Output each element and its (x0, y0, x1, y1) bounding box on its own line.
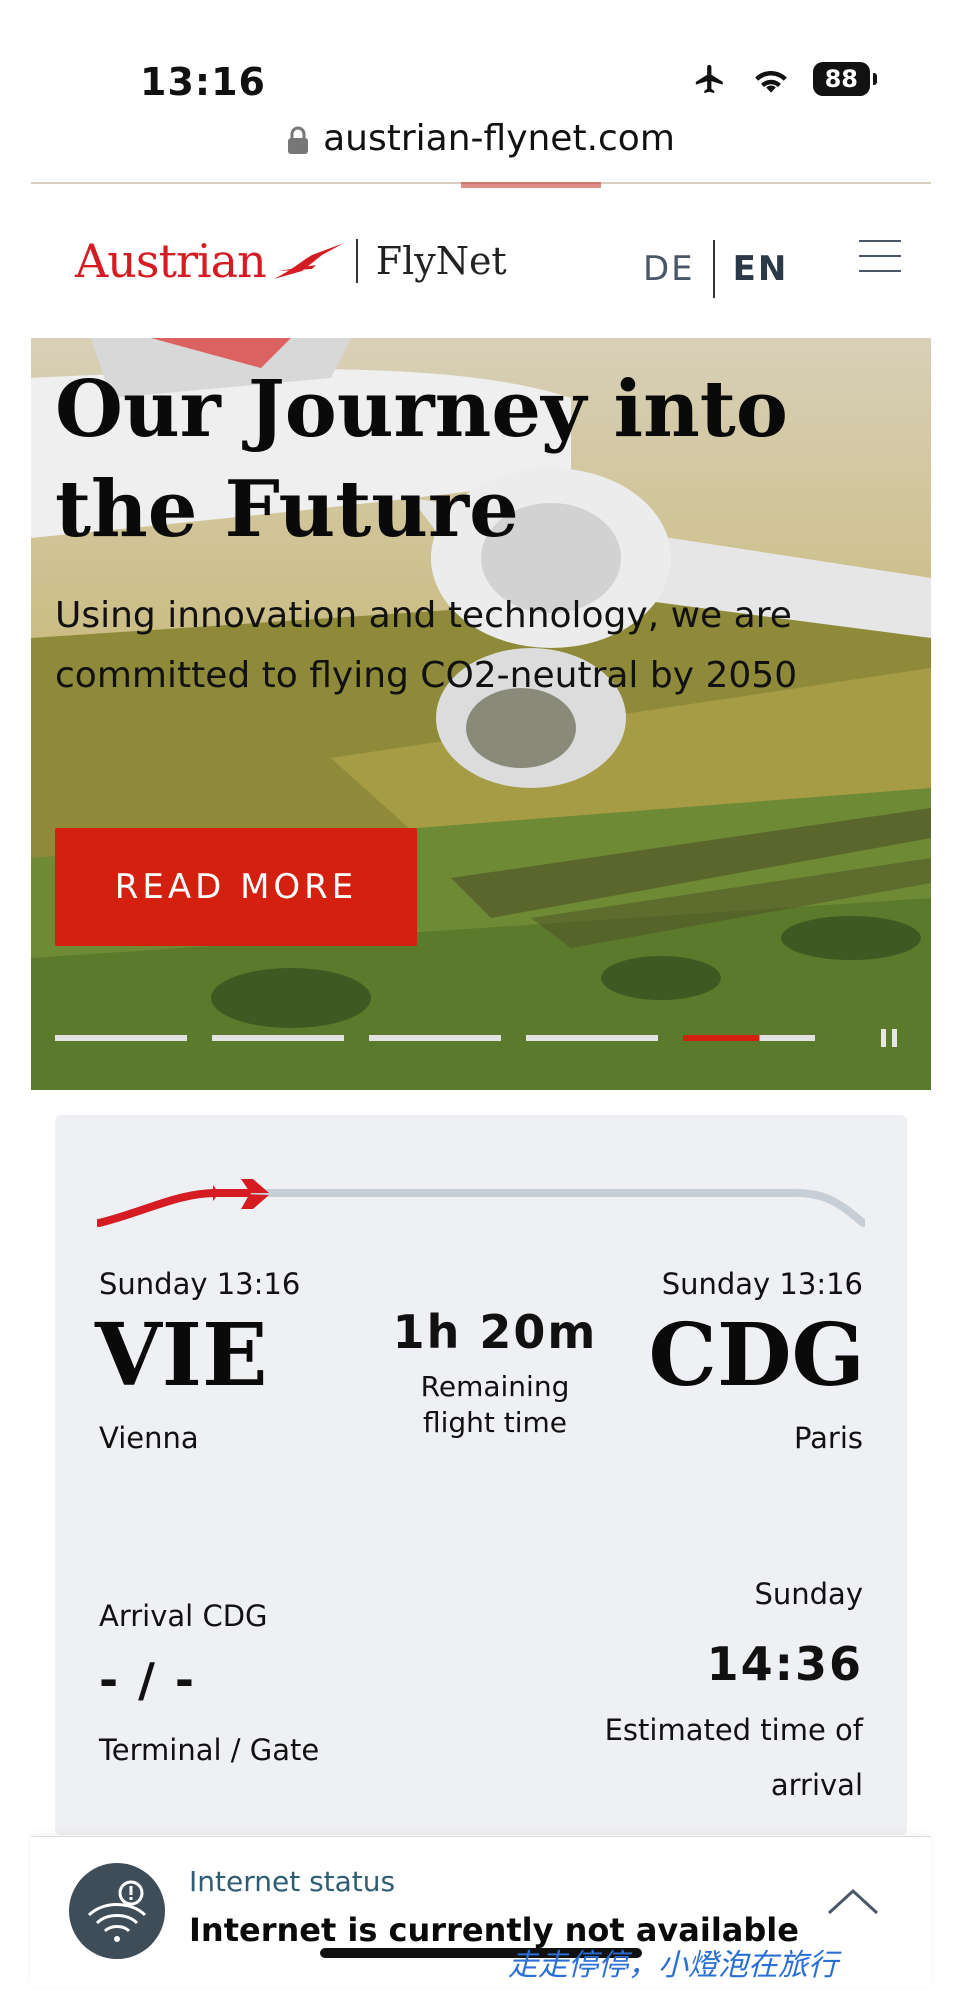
hero-carousel[interactable]: Our Journey into the Future Using innova… (31, 338, 931, 1090)
terminal-gate-value: - / - (99, 1653, 197, 1707)
lang-en[interactable]: EN (733, 249, 789, 289)
menu-icon[interactable] (859, 240, 901, 285)
flight-info-card: Sunday 13:16 VIE Vienna 1h 20m Remaining… (55, 1115, 907, 1835)
carousel-dot[interactable] (55, 1035, 187, 1041)
origin-code: VIE (95, 1305, 268, 1406)
logo-brand: Austrian (75, 234, 267, 288)
pause-icon[interactable] (881, 1029, 897, 1047)
battery-indicator: 88 (812, 62, 878, 96)
origin-datetime: Sunday 13:16 (99, 1267, 301, 1301)
watermark: 走走停停，小燈泡在旅行 (508, 1948, 838, 1983)
status-icons: 88 (691, 62, 878, 96)
status-bar: 13:16 88 (0, 0, 962, 120)
wifi-icon (754, 71, 787, 93)
lang-de[interactable]: DE (643, 249, 695, 289)
carousel-indicators (55, 1035, 815, 1041)
status-time: 13:16 (140, 60, 266, 104)
carousel-dot[interactable] (369, 1035, 501, 1041)
terminal-gate-label: Terminal / Gate (99, 1733, 320, 1767)
eta-day: Sunday (754, 1577, 863, 1611)
carousel-dot-active[interactable] (683, 1035, 815, 1041)
arrival-label: Arrival CDG (99, 1599, 268, 1633)
airplane-mode-icon (695, 64, 723, 94)
url-bar[interactable]: austrian-flynet.com (0, 118, 962, 159)
remaining-time: 1h 20m (392, 1305, 598, 1359)
carousel-dot[interactable] (212, 1035, 344, 1041)
internet-status-label: Internet status (189, 1865, 396, 1898)
hero-title: Our Journey into the Future (55, 364, 788, 555)
destination-datetime: Sunday 13:16 (661, 1267, 863, 1301)
read-more-button[interactable]: READ MORE (55, 828, 417, 946)
origin-city: Vienna (99, 1421, 199, 1455)
language-switcher: DE EN (643, 240, 788, 298)
eta-label: Estimated time of arrival (604, 1713, 863, 1802)
site-header: Austrian FlyNet DE EN (31, 210, 931, 320)
logo-arrow-icon (273, 243, 344, 279)
hero-subtitle: Using innovation and technology, we are … (55, 595, 798, 696)
wifi-warning-icon (69, 1863, 165, 1959)
logo-product: FlyNet (375, 239, 507, 283)
chevron-up-icon[interactable] (825, 1885, 881, 1917)
url-text: austrian-flynet.com (323, 118, 675, 159)
austrian-flynet-logo[interactable]: Austrian FlyNet (75, 234, 507, 288)
url-divider (31, 182, 931, 188)
flight-progress (97, 1179, 865, 1227)
lock-icon (288, 126, 309, 154)
destination-city: Paris (793, 1421, 863, 1455)
carousel-dot[interactable] (526, 1035, 658, 1041)
destination-code: CDG (648, 1305, 865, 1406)
remaining-label: Remaining flight time (420, 1370, 570, 1439)
eta-time: 14:36 (706, 1637, 863, 1691)
